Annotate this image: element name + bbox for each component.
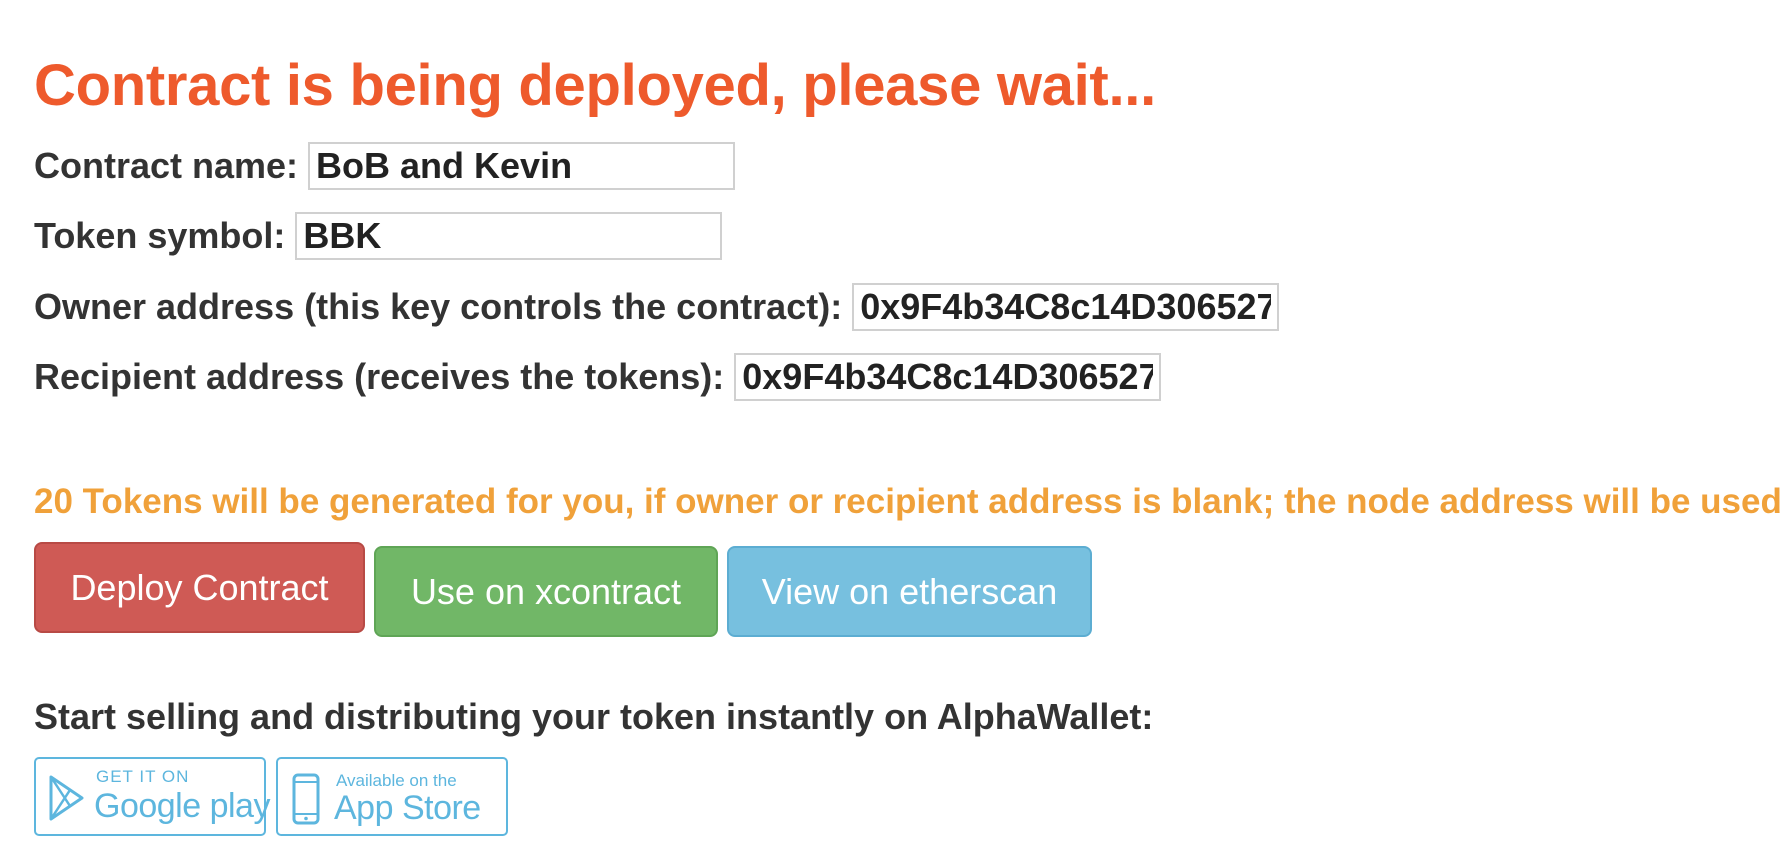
recipient-address-row: Recipient address (receives the tokens): xyxy=(34,353,1162,401)
app-store-badge[interactable]: Available on the App Store xyxy=(276,757,508,836)
play-store-icon xyxy=(48,773,86,828)
google-play-small-text: GET IT ON xyxy=(96,767,190,786)
contract-name-row: Contract name: xyxy=(34,142,736,190)
app-store-small-text: Available on the xyxy=(336,771,457,790)
deploy-contract-button[interactable]: Deploy Contract xyxy=(34,542,365,633)
use-on-xcontract-button[interactable]: Use on xcontract xyxy=(374,546,718,637)
page-title: Contract is being deployed, please wait.… xyxy=(34,53,1156,118)
alphawallet-promo-text: Start selling and distributing your toke… xyxy=(34,696,1154,737)
recipient-address-label: Recipient address (receives the tokens): xyxy=(34,356,725,397)
token-symbol-row: Token symbol: xyxy=(34,212,723,260)
owner-address-row: Owner address (this key controls the con… xyxy=(34,283,1280,331)
google-play-big-text: Google play xyxy=(94,787,270,825)
contract-name-input[interactable] xyxy=(308,142,736,190)
phone-icon xyxy=(290,773,324,832)
google-play-badge[interactable]: GET IT ON Google play xyxy=(34,757,270,836)
owner-address-label: Owner address (this key controls the con… xyxy=(34,286,843,327)
token-symbol-label: Token symbol: xyxy=(34,215,286,256)
token-generation-notice: 20 Tokens will be generated for you, if … xyxy=(34,482,1782,521)
contract-name-label: Contract name: xyxy=(34,145,299,186)
app-store-big-text: App Store xyxy=(334,789,481,827)
owner-address-input[interactable] xyxy=(852,283,1280,331)
view-on-etherscan-button[interactable]: View on etherscan xyxy=(727,546,1092,637)
token-symbol-input[interactable] xyxy=(295,212,723,260)
recipient-address-input[interactable] xyxy=(734,353,1162,401)
